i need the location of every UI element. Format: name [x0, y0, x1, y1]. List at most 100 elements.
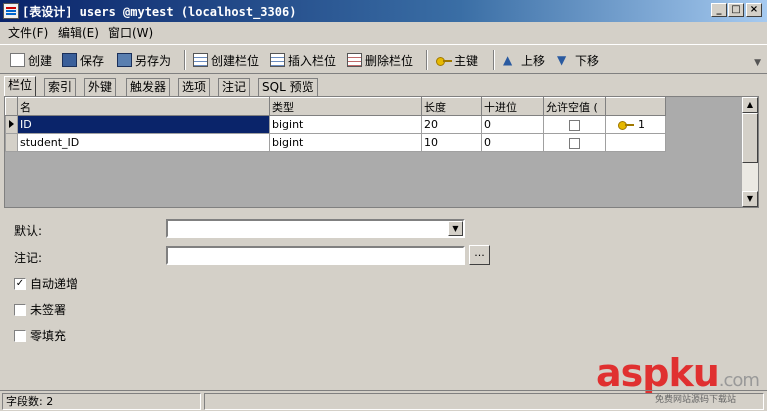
menu-bar: 文件(F) 编辑(E) 窗口(W): [0, 22, 767, 42]
primary-key-button[interactable]: 主键: [436, 51, 478, 69]
scroll-up-icon[interactable]: ▲: [742, 97, 758, 113]
menu-window[interactable]: 窗口(W): [108, 24, 153, 41]
comment-input[interactable]: [166, 246, 465, 265]
grid-header: 名 类型 长度 十进位 允许空值 (: [5, 97, 666, 116]
unchecked-box[interactable]: [14, 303, 26, 316]
save-as-icon: [117, 53, 132, 67]
tab-strip: 栏位 索引 外键 触发器 选项 注记 SQL 预览: [0, 76, 767, 96]
move-down-button[interactable]: ▼ 下移: [557, 51, 599, 69]
chevron-down-icon[interactable]: ▼: [448, 221, 463, 236]
tab-foreign-keys[interactable]: 外键: [84, 78, 117, 96]
primary-key-label: 主键: [454, 53, 479, 68]
move-up-button[interactable]: ▲ 上移: [503, 51, 545, 69]
table-row[interactable]: ID bigint 20 0 1: [5, 115, 666, 134]
arrow-down-icon: ▼: [557, 53, 567, 67]
unchecked-box[interactable]: [14, 329, 26, 342]
new-table-icon: [10, 53, 25, 67]
menu-edit[interactable]: 编辑(E): [58, 24, 99, 41]
save-icon: [62, 53, 77, 67]
col-type[interactable]: 类型: [269, 97, 422, 116]
row-pointer-icon: [9, 120, 14, 128]
grid-scrollbar[interactable]: ▲ ▼: [742, 97, 758, 207]
status-bar: 字段数: 2: [0, 390, 767, 411]
default-select[interactable]: ▼: [166, 219, 465, 238]
menu-file[interactable]: 文件(F): [8, 24, 48, 41]
field-name-cell[interactable]: ID: [17, 115, 270, 134]
primary-key-icon: [618, 121, 634, 130]
key-rank: 1: [638, 118, 645, 131]
field-name-cell[interactable]: student_ID: [17, 133, 270, 152]
delete-field-icon: [347, 53, 362, 67]
tab-options[interactable]: 选项: [178, 78, 211, 96]
tab-sql-preview[interactable]: SQL 预览: [258, 78, 318, 96]
unsigned-checkbox[interactable]: 未签署: [14, 301, 66, 318]
unsigned-label: 未签署: [30, 303, 67, 317]
window-title: [表设计] users @mytest (localhost_3306): [22, 5, 297, 19]
default-label: 默认:: [14, 224, 43, 238]
field-count: 字段数: 2: [2, 393, 201, 410]
insert-field-icon: [270, 53, 285, 67]
field-type-cell[interactable]: bigint: [269, 133, 422, 152]
table-design-icon: [3, 3, 19, 19]
close-button[interactable]: ×: [746, 3, 762, 17]
create-button[interactable]: 创建: [10, 51, 52, 69]
field-length-cell[interactable]: 10: [421, 133, 482, 152]
toolbar: 创建 保存 另存为 创建栏位 插入栏位 删除栏位 主键 ▲ 上移 ▼ 下移 ▼: [0, 44, 767, 74]
add-field-icon: [193, 53, 208, 67]
field-nullable-cell[interactable]: [543, 115, 606, 134]
add-field-button[interactable]: 创建栏位: [193, 51, 259, 69]
add-field-label: 创建栏位: [211, 53, 260, 68]
toolbar-separator: [493, 50, 495, 70]
field-decimals-cell[interactable]: 0: [481, 115, 544, 134]
status-pane-empty: [204, 393, 764, 410]
scroll-thumb[interactable]: [742, 113, 758, 163]
zerofill-checkbox[interactable]: 零填充: [14, 327, 66, 344]
field-nullable-cell[interactable]: [543, 133, 606, 152]
row-header: [5, 133, 18, 152]
col-nullable[interactable]: 允许空值 (: [543, 97, 606, 116]
checkmark-icon[interactable]: ✓: [14, 277, 26, 290]
current-row-indicator: [5, 115, 18, 134]
col-name[interactable]: 名: [17, 97, 270, 116]
move-down-label: 下移: [575, 53, 600, 68]
key-icon: [436, 53, 452, 67]
save-as-button[interactable]: 另存为: [117, 51, 171, 69]
table-row[interactable]: student_ID bigint 10 0: [5, 133, 666, 152]
zerofill-label: 零填充: [30, 329, 67, 343]
field-key-cell: [605, 133, 666, 152]
field-type-cell[interactable]: bigint: [269, 115, 422, 134]
maximize-button[interactable]: □: [728, 3, 744, 17]
tab-indexes[interactable]: 索引: [44, 78, 77, 96]
save-button[interactable]: 保存: [62, 51, 104, 69]
save-label: 保存: [80, 53, 105, 68]
save-as-label: 另存为: [135, 53, 172, 68]
row-header-corner: [5, 97, 18, 116]
toolbar-overflow-icon[interactable]: ▼: [754, 58, 761, 68]
col-length[interactable]: 长度: [421, 97, 482, 116]
delete-field-button[interactable]: 删除栏位: [347, 51, 413, 69]
minimize-button[interactable]: _: [711, 3, 727, 17]
title-bar: [表设计] users @mytest (localhost_3306) _ □…: [0, 0, 767, 22]
comment-ellipsis-button[interactable]: ...: [469, 245, 490, 265]
insert-field-button[interactable]: 插入栏位: [270, 51, 336, 69]
move-up-label: 上移: [521, 53, 546, 68]
col-key: [605, 97, 666, 116]
delete-field-label: 删除栏位: [365, 53, 414, 68]
watermark-suffix: .com: [718, 370, 760, 391]
comment-label: 注记:: [14, 251, 43, 265]
field-grid: 名 类型 长度 十进位 允许空值 ( ID bigint 20 0 1 stud…: [4, 96, 759, 208]
nullable-checkbox[interactable]: [569, 137, 580, 149]
tab-fields[interactable]: 栏位: [4, 76, 37, 96]
tab-triggers[interactable]: 触发器: [126, 78, 171, 96]
toolbar-separator: [426, 50, 428, 70]
auto-increment-checkbox[interactable]: ✓ 自动递增: [14, 275, 78, 292]
arrow-up-icon: ▲: [503, 53, 513, 67]
field-length-cell[interactable]: 20: [421, 115, 482, 134]
nullable-checkbox[interactable]: [569, 119, 580, 131]
watermark-brand: aspku: [596, 351, 720, 395]
insert-field-label: 插入栏位: [288, 53, 337, 68]
field-decimals-cell[interactable]: 0: [481, 133, 544, 152]
col-decimals[interactable]: 十进位: [481, 97, 544, 116]
tab-comment[interactable]: 注记: [218, 78, 251, 96]
scroll-down-icon[interactable]: ▼: [742, 191, 758, 207]
